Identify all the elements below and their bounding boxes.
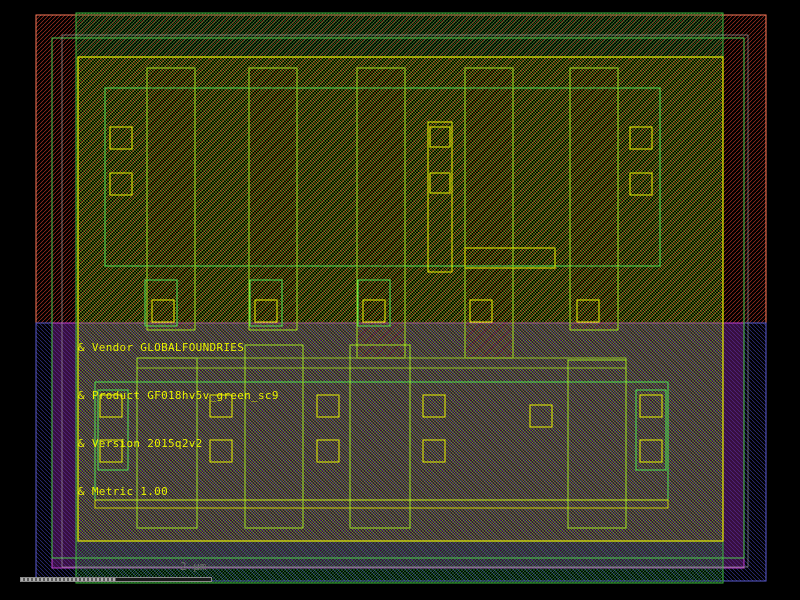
- scale-bar-fill: [21, 578, 116, 581]
- metric-annotation: & Metric 1.00: [78, 485, 168, 498]
- poly-gate-2: [248, 67, 298, 331]
- vendor-annotation: & Vendor GLOBALFOUNDRIES: [78, 341, 245, 354]
- version-annotation: & Version 2015q2v2: [78, 437, 203, 450]
- poly-gate-4: [464, 67, 514, 359]
- scale-label: 2 µm: [180, 560, 207, 573]
- poly-gate-1: [146, 67, 196, 331]
- product-annotation: & Product GF018hv5v_green_sc9: [78, 389, 279, 402]
- layout-canvas[interactable]: [0, 0, 800, 600]
- poly-gate-5: [569, 67, 619, 331]
- scale-bar: [20, 577, 212, 582]
- poly-gate-3: [356, 67, 406, 359]
